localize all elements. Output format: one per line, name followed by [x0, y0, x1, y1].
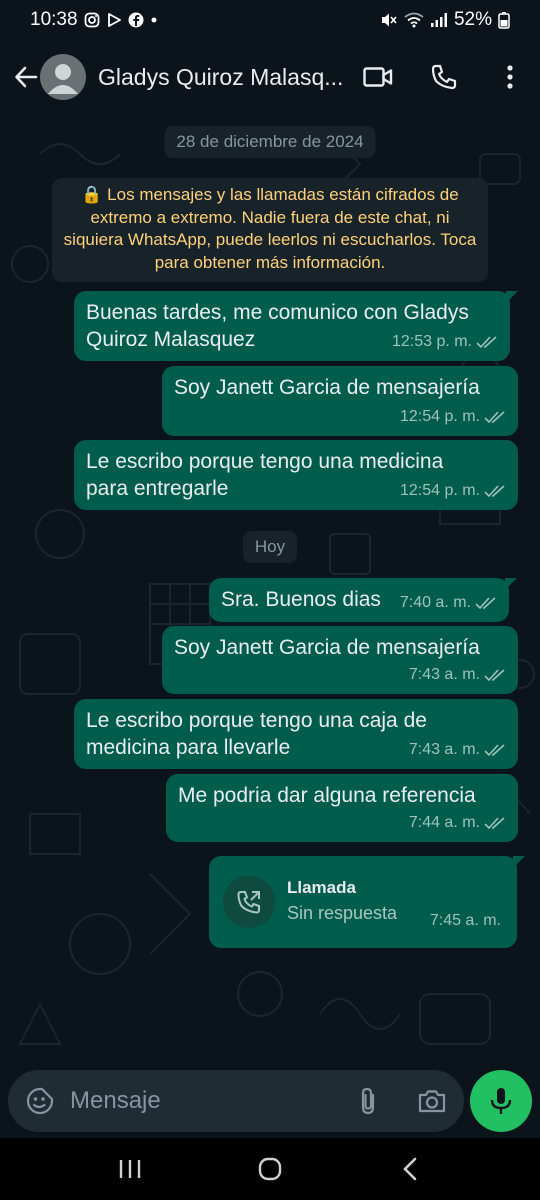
message-bubble[interactable]: Buenas tardes, me comunico con Gladys Qu…: [74, 291, 518, 361]
contact-name[interactable]: Gladys Quiroz Malasq...: [98, 64, 356, 91]
double-check-icon: [484, 410, 506, 424]
message-text: Soy Janett Garcia de mensajería: [174, 376, 480, 399]
instagram-icon: [84, 12, 100, 28]
missed-call-bubble[interactable]: Llamada Sin respuesta 7:45 a. m.: [209, 856, 525, 948]
message-time: 7:40 a. m.: [399, 594, 471, 611]
message-meta: 7:43 a. m.: [409, 661, 506, 688]
message-meta: 7:44 a. m.: [409, 809, 506, 836]
double-check-icon: [484, 668, 506, 682]
double-check-icon: [484, 743, 506, 757]
message-bubble[interactable]: Le escribo porque tengo una medicina par…: [74, 440, 518, 510]
message-text: Me podria dar alguna referencia: [178, 784, 476, 807]
avatar-icon: [48, 64, 78, 94]
status-bar: 10:38 52%: [0, 0, 540, 40]
camera-icon[interactable]: [416, 1085, 448, 1117]
date-divider: Hoy: [242, 531, 298, 563]
message-meta: 12:54 p. m.: [400, 403, 506, 430]
call-title: Llamada: [287, 878, 356, 897]
message-bubble[interactable]: Le escribo porque tengo una caja de medi…: [74, 699, 518, 769]
message-meta: 7:40 a. m.: [400, 589, 497, 616]
video-call-icon[interactable]: [362, 61, 394, 93]
message-time: 12:53 p. m.: [391, 333, 472, 350]
message-bubble[interactable]: Soy Janett Garcia de mensajería 12:54 p.…: [162, 366, 518, 436]
mute-icon: [380, 11, 398, 29]
double-check-icon: [484, 484, 506, 498]
chat-area[interactable]: 28 de diciembre de 2024 🔒 Los mensajes y…: [0, 114, 540, 1074]
message-time: 12:54 p. m.: [399, 408, 480, 425]
recent-apps-icon[interactable]: [105, 1149, 155, 1189]
message-meta: 12:53 p. m.: [392, 328, 498, 355]
paperclip-icon[interactable]: [352, 1085, 384, 1117]
battery-percent: 52%: [453, 9, 492, 30]
double-check-icon: [484, 816, 506, 830]
message-bubble[interactable]: Soy Janett Garcia de mensajería 7:43 a. …: [162, 626, 518, 694]
facebook-icon: [128, 12, 144, 28]
message-meta: 7:43 a. m.: [409, 736, 506, 763]
message-bubble[interactable]: Me podria dar alguna referencia 7:44 a. …: [166, 774, 518, 842]
avatar[interactable]: [40, 54, 86, 100]
status-time: 10:38: [30, 9, 78, 30]
system-nav-bar: [0, 1138, 540, 1200]
double-check-icon: [476, 335, 498, 349]
call-time: 7:45 a. m.: [429, 912, 501, 929]
more-vert-icon[interactable]: [494, 61, 526, 93]
encryption-notice[interactable]: 🔒 Los mensajes y las llamadas están cifr…: [52, 178, 488, 282]
message-time: 7:44 a. m.: [408, 814, 480, 831]
message-time: 12:54 p. m.: [399, 482, 480, 499]
message-meta: 12:54 p. m.: [400, 477, 506, 504]
outgoing-call-icon: [223, 876, 275, 928]
message-text: Soy Janett Garcia de mensajería: [174, 636, 480, 659]
back-nav-icon[interactable]: [385, 1149, 435, 1189]
play-icon: [106, 12, 122, 28]
message-composer: Mensaje: [0, 1070, 540, 1136]
home-icon[interactable]: [245, 1149, 295, 1189]
battery-icon: [498, 11, 510, 29]
message-input[interactable]: Mensaje: [8, 1070, 464, 1132]
sticker-emoji-icon[interactable]: [20, 1081, 60, 1121]
message-time: 7:43 a. m.: [408, 741, 480, 758]
mic-button[interactable]: [470, 1070, 532, 1132]
mic-icon: [490, 1088, 512, 1114]
double-check-icon: [475, 596, 497, 610]
message-time: 7:43 a. m.: [408, 666, 480, 683]
phone-icon[interactable]: [428, 61, 460, 93]
message-placeholder: Mensaje: [70, 1087, 161, 1114]
date-divider: 28 de diciembre de 2024: [164, 126, 376, 158]
wifi-icon: [404, 12, 424, 28]
chat-header: Gladys Quiroz Malasq...: [0, 40, 540, 114]
message-bubble[interactable]: Sra. Buenos dias 7:40 a. m.: [209, 578, 517, 622]
call-status: Sin respuesta: [287, 903, 398, 923]
dot-icon: [150, 16, 158, 24]
signal-icon: [430, 12, 448, 28]
